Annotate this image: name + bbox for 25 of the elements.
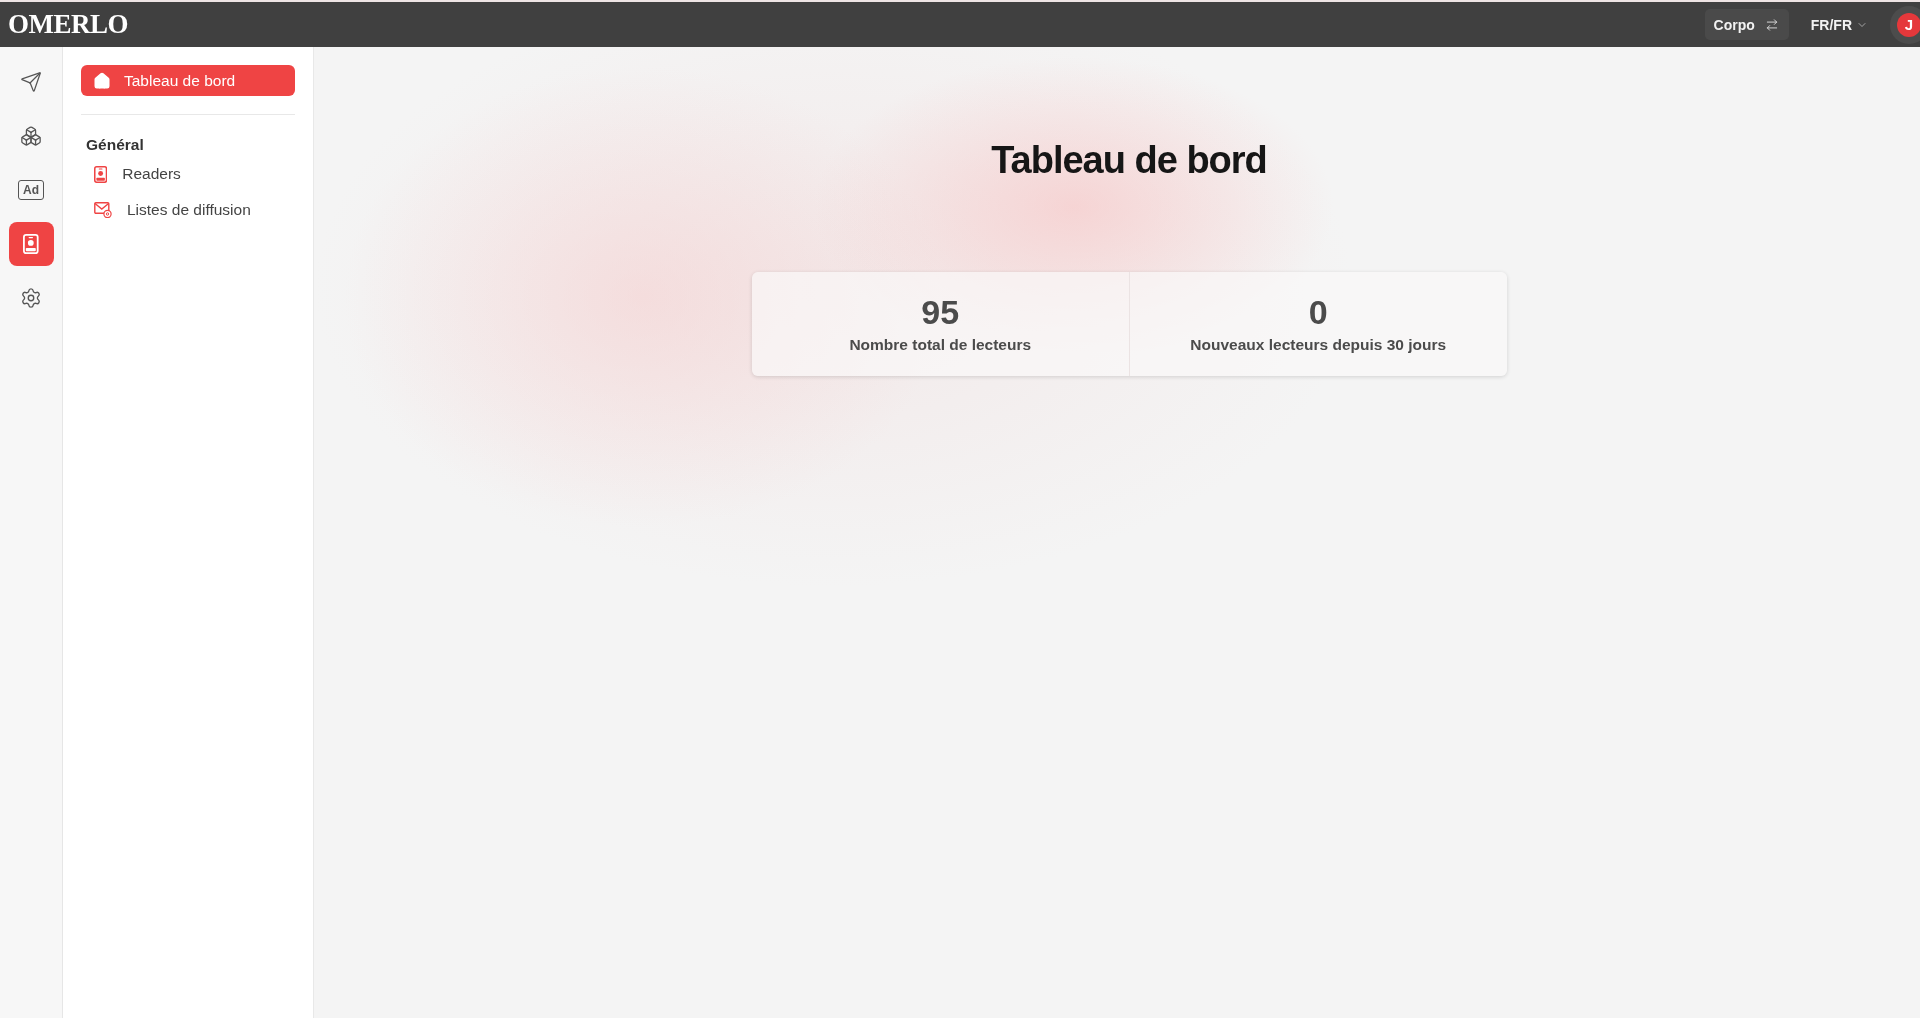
paper-plane-icon	[20, 71, 42, 93]
id-badge-icon	[23, 234, 39, 254]
stat-value: 0	[1308, 294, 1328, 332]
id-badge-icon	[94, 165, 108, 183]
ad-icon: Ad	[18, 180, 44, 200]
house-icon	[93, 71, 111, 90]
rail-button[interactable]	[8, 222, 54, 266]
section-heading: Général	[85, 136, 145, 154]
rail-button[interactable]: Ad	[8, 168, 54, 212]
page-title: Tableau de bord	[991, 139, 1267, 182]
avatar-button[interactable]: J	[1890, 5, 1920, 44]
cubes-icon	[20, 125, 42, 147]
swap-arrows-icon	[1764, 17, 1779, 32]
stat-label: Nombre total de lecteurs	[849, 335, 1032, 354]
language-menu[interactable]: FR/FR	[1810, 12, 1868, 37]
stat-value: 95	[921, 294, 960, 332]
settings-icon	[20, 287, 42, 309]
nav-item[interactable]: Listes de diffusion	[81, 194, 295, 226]
nav-item[interactable]: Readers	[81, 158, 295, 190]
avatar-initial: J	[1897, 12, 1920, 37]
stat-label: Nouveaux lecteurs depuis 30 jours	[1190, 335, 1447, 354]
logo: OMERLO	[8, 9, 128, 40]
envelope-at-icon	[94, 202, 112, 218]
nav-item[interactable]: Tableau de bord	[81, 65, 295, 96]
workspace-button[interactable]: Corpo	[1704, 9, 1789, 40]
